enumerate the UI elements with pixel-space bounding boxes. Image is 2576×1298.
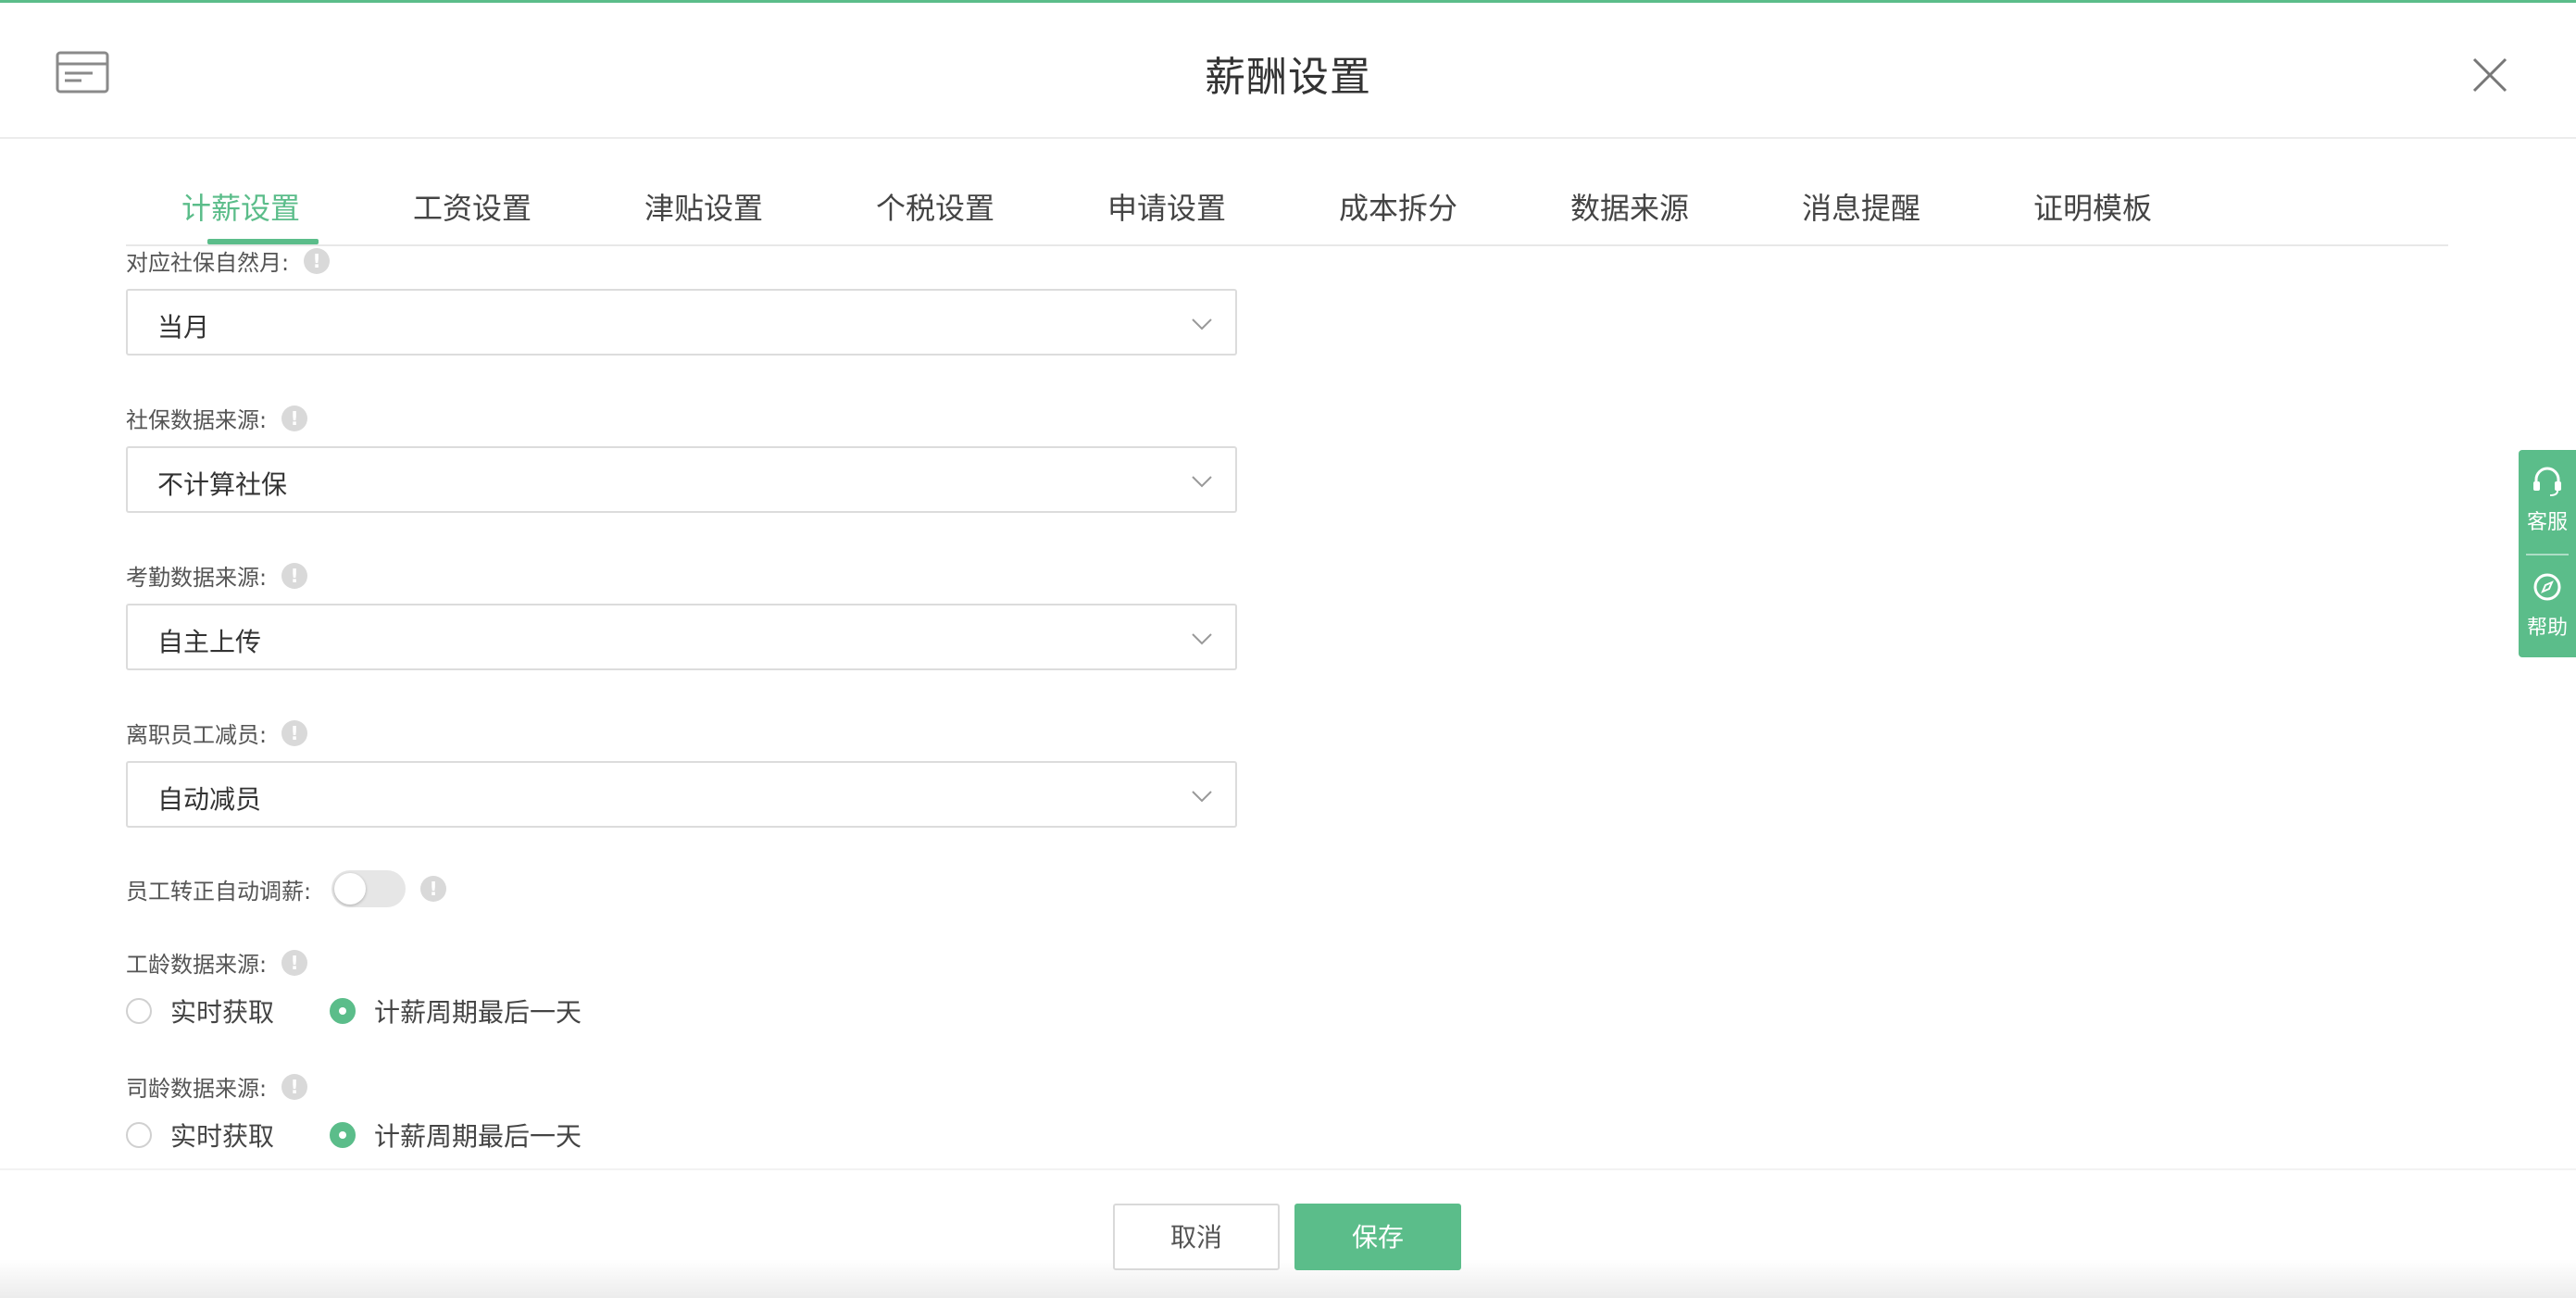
attendance-source-select[interactable]: 自主上传	[126, 604, 1237, 670]
info-icon[interactable]: !	[281, 719, 308, 746]
auto-adjust-toggle[interactable]	[331, 870, 406, 907]
resign-reduce-value: 自动减员	[157, 784, 262, 815]
info-icon[interactable]: !	[281, 405, 308, 431]
work-age-option-period-end[interactable]: 计薪周期最后一天	[330, 992, 581, 1030]
chevron-down-icon	[1192, 791, 1212, 803]
customer-service-label: 客服	[2526, 511, 2568, 534]
social-source-label: 社保数据来源:	[126, 407, 268, 433]
tab-cost-split[interactable]: 成本拆分	[1339, 185, 1457, 228]
tab-message-reminder[interactable]: 消息提醒	[1802, 185, 1920, 228]
company-age-option-period-end[interactable]: 计薪周期最后一天	[330, 1117, 581, 1154]
work-age-option-realtime[interactable]: 实时获取	[126, 992, 274, 1030]
tab-tax-settings[interactable]: 个税设置	[876, 185, 994, 228]
settings-tabs: 计薪设置 工资设置 津贴设置 个税设置 申请设置 成本拆分 数据来源 消息提醒 …	[126, 167, 2448, 246]
attendance-source-value: 自主上传	[157, 627, 262, 657]
customer-service-button[interactable]: 客服	[2519, 463, 2576, 535]
chevron-down-icon	[1192, 633, 1212, 645]
compass-icon	[2533, 573, 2561, 601]
info-icon[interactable]: !	[420, 876, 447, 902]
resign-reduce-label-row: 离职员工减员: !	[126, 717, 308, 749]
resign-reduce-label: 离职员工减员:	[126, 722, 268, 748]
dialog-footer: 取消 保存	[0, 1168, 2576, 1298]
radio-label: 计薪周期最后一天	[374, 1121, 582, 1152]
company-age-radio-group: 实时获取 计薪周期最后一天	[126, 1117, 637, 1154]
auto-adjust-label: 员工转正自动调薪:	[126, 878, 312, 905]
dialog-header: 薪酬设置	[0, 3, 2576, 139]
attendance-source-label: 考勤数据来源:	[126, 565, 268, 591]
help-button[interactable]: 帮助	[2519, 568, 2576, 641]
close-icon[interactable]	[2469, 54, 2511, 96]
work-age-label-row: 工龄数据来源: !	[126, 946, 308, 979]
radio-circle	[126, 1122, 152, 1148]
radio-circle	[330, 1122, 356, 1148]
dialog-title: 薪酬设置	[1205, 54, 1371, 101]
cancel-button[interactable]: 取消	[1113, 1204, 1280, 1270]
chevron-down-icon	[1192, 476, 1212, 488]
social-source-label-row: 社保数据来源: !	[126, 402, 308, 434]
resign-reduce-select[interactable]: 自动减员	[126, 761, 1237, 828]
company-age-label-row: 司龄数据来源: !	[126, 1070, 308, 1103]
social-month-value: 当月	[157, 312, 210, 343]
tab-certificate-template[interactable]: 证明模板	[2033, 185, 2152, 228]
social-source-select[interactable]: 不计算社保	[126, 446, 1237, 513]
social-month-select[interactable]: 当月	[126, 289, 1237, 356]
tab-salary-settings[interactable]: 工资设置	[413, 185, 531, 228]
headset-icon	[2533, 467, 2561, 496]
tab-data-source[interactable]: 数据来源	[1570, 185, 1689, 228]
radio-circle	[330, 998, 356, 1024]
radio-label: 实时获取	[170, 1121, 275, 1152]
radio-circle	[126, 998, 152, 1024]
company-age-option-realtime[interactable]: 实时获取	[126, 1117, 274, 1154]
info-icon[interactable]: !	[281, 562, 308, 589]
chevron-down-icon	[1192, 318, 1212, 331]
help-label: 帮助	[2526, 617, 2568, 640]
attendance-source-label-row: 考勤数据来源: !	[126, 559, 308, 592]
tab-allowance-settings[interactable]: 津贴设置	[644, 185, 763, 228]
side-divider	[2526, 554, 2569, 555]
social-month-label: 对应社保自然月:	[126, 250, 290, 276]
info-icon[interactable]: !	[281, 949, 308, 976]
auto-adjust-row: 员工转正自动调薪: !	[126, 870, 447, 907]
work-age-radio-group: 实时获取 计薪周期最后一天	[126, 992, 637, 1030]
company-age-label: 司龄数据来源:	[126, 1076, 268, 1102]
tab-application-settings[interactable]: 申请设置	[1107, 185, 1226, 228]
social-month-label-row: 对应社保自然月: !	[126, 244, 331, 277]
info-icon[interactable]: !	[304, 247, 331, 274]
side-help-widget: 客服 帮助	[2519, 450, 2576, 657]
radio-label: 计薪周期最后一天	[374, 997, 582, 1028]
social-source-value: 不计算社保	[157, 469, 288, 500]
toggle-knob	[334, 873, 367, 905]
payroll-settings-form: 对应社保自然月: ! 当月 社保数据来源: ! 不计算社保 考勤数据来源: ! …	[126, 244, 1422, 1161]
save-button[interactable]: 保存	[1294, 1204, 1461, 1270]
radio-label: 实时获取	[170, 997, 275, 1028]
info-icon[interactable]: !	[281, 1073, 308, 1100]
tab-payroll-settings[interactable]: 计薪设置	[181, 185, 300, 228]
work-age-label: 工龄数据来源:	[126, 952, 268, 978]
